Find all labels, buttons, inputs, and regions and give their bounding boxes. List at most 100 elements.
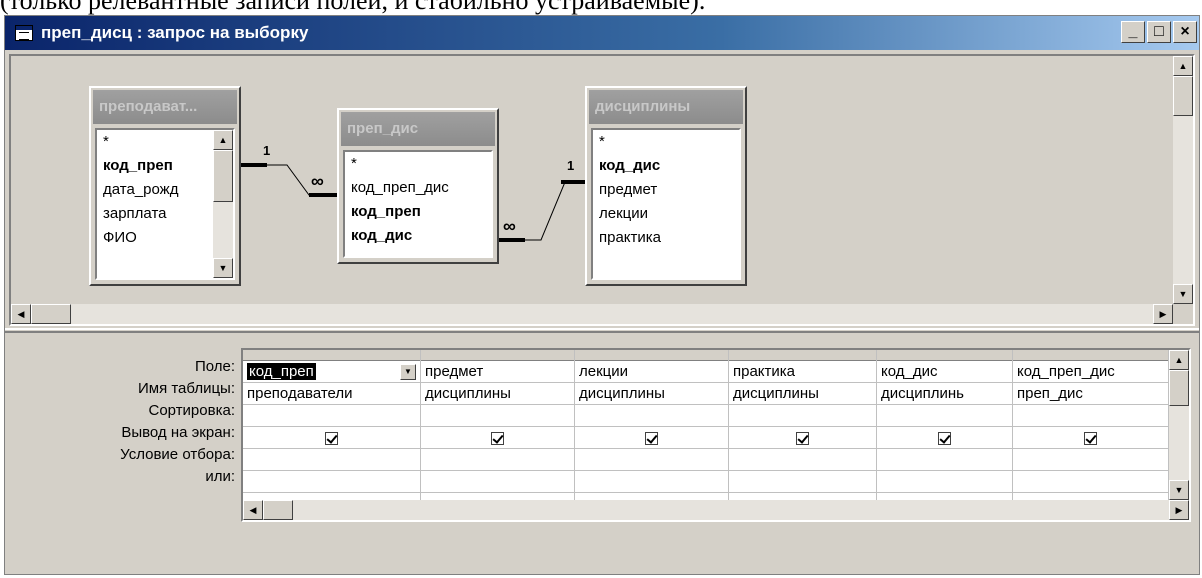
grid-column[interactable]: лекции дисциплины [575, 350, 729, 520]
column-selector[interactable] [575, 350, 728, 361]
pane-splitter[interactable] [5, 328, 1199, 333]
title-bar[interactable]: преп_дисц : запрос на выборку _ □ × [5, 16, 1199, 50]
table-discipliny[interactable]: дисциплины * код_дис предмет лекции прак… [585, 86, 747, 286]
show-checkbox[interactable] [325, 431, 338, 445]
scroll-down-icon[interactable]: ▼ [213, 258, 233, 278]
query-window: преп_дисц : запрос на выборку _ □ × 1 ∞ … [4, 15, 1200, 575]
field-item[interactable]: код_преп_дис [345, 176, 491, 200]
scroll-up-icon[interactable]: ▲ [1169, 350, 1189, 370]
show-checkbox[interactable] [796, 431, 809, 445]
scroll-thumb[interactable] [263, 500, 293, 520]
table-cell[interactable]: дисциплинь [877, 383, 1012, 405]
relation-1-many-label: ∞ [311, 171, 324, 191]
show-checkbox[interactable] [491, 431, 504, 445]
design-pane-horizontal-scrollbar[interactable]: ◀ ▶ [11, 304, 1173, 324]
grid-column[interactable]: предмет дисциплины [421, 350, 575, 520]
scroll-thumb[interactable] [1173, 76, 1193, 116]
field-item[interactable]: код_дис [345, 224, 491, 248]
table-cell[interactable]: дисциплины [421, 383, 574, 405]
column-selector[interactable] [421, 350, 574, 361]
close-button[interactable]: × [1173, 21, 1197, 43]
show-checkbox[interactable] [645, 431, 658, 445]
field-item[interactable]: * [593, 130, 739, 154]
show-cell[interactable] [421, 427, 574, 449]
or-cell[interactable] [575, 471, 728, 493]
field-cell[interactable]: практика [729, 361, 876, 383]
or-cell[interactable] [243, 471, 420, 493]
or-cell[interactable] [1013, 471, 1168, 493]
relation-1-one-label: 1 [263, 143, 271, 158]
field-cell[interactable]: предмет [421, 361, 574, 383]
table-cell[interactable]: преподаватели [243, 383, 420, 405]
scroll-up-icon[interactable]: ▲ [213, 130, 233, 150]
table-prepodavateli[interactable]: преподават... * код_преп дата_рожд зарпл… [89, 86, 241, 286]
table-header[interactable]: преп_дис [341, 112, 495, 146]
field-list-scrollbar[interactable]: ▲ ▼ [213, 130, 233, 278]
field-cell[interactable]: код_дис [877, 361, 1012, 383]
row-label-show: Вывод на экран: [121, 424, 235, 441]
grid-column[interactable]: код_преп_дис преп_дис [1013, 350, 1169, 520]
scroll-up-icon[interactable]: ▲ [1173, 56, 1193, 76]
field-item[interactable]: практика [593, 226, 739, 250]
sort-cell[interactable] [729, 405, 876, 427]
show-cell[interactable] [243, 427, 420, 449]
grid-column[interactable]: практика дисциплины [729, 350, 877, 520]
maximize-button[interactable]: □ [1147, 21, 1171, 43]
scroll-right-icon[interactable]: ▶ [1169, 500, 1189, 520]
sort-cell[interactable] [877, 405, 1012, 427]
or-cell[interactable] [729, 471, 876, 493]
field-cell[interactable]: код_преп_дис [1013, 361, 1168, 383]
grid-column[interactable]: код_преп ▼ преподаватели [243, 350, 421, 520]
or-cell[interactable] [877, 471, 1012, 493]
field-item[interactable]: лекции [593, 202, 739, 226]
table-cell[interactable]: преп_дис [1013, 383, 1168, 405]
design-pane-vertical-scrollbar[interactable]: ▲ ▼ [1173, 56, 1193, 304]
field-item[interactable]: код_дис [593, 154, 739, 178]
scroll-left-icon[interactable]: ◀ [11, 304, 31, 324]
sort-cell[interactable] [421, 405, 574, 427]
minimize-button[interactable]: _ [1121, 21, 1145, 43]
scroll-right-icon[interactable]: ▶ [1153, 304, 1173, 324]
sort-cell[interactable] [575, 405, 728, 427]
sort-cell[interactable] [1013, 405, 1168, 427]
criteria-cell[interactable] [575, 449, 728, 471]
field-item[interactable]: предмет [593, 178, 739, 202]
column-selector[interactable] [729, 350, 876, 361]
field-item[interactable]: код_преп [345, 200, 491, 224]
table-header[interactable]: преподават... [93, 90, 237, 124]
grid-horizontal-scrollbar[interactable]: ◀ ▶ [243, 500, 1189, 520]
dropdown-arrow-icon[interactable]: ▼ [400, 364, 416, 380]
show-cell[interactable] [575, 427, 728, 449]
scroll-thumb[interactable] [1169, 370, 1189, 406]
field-cell[interactable]: код_преп ▼ [243, 361, 420, 383]
criteria-cell[interactable] [729, 449, 876, 471]
criteria-cell[interactable] [243, 449, 420, 471]
page-caption: (только релевантные записи полей, и стаб… [0, 0, 706, 15]
criteria-cell[interactable] [1013, 449, 1168, 471]
table-cell[interactable]: дисциплины [729, 383, 876, 405]
grid-column[interactable]: код_дис дисциплинь [877, 350, 1013, 520]
grid-vertical-scrollbar[interactable]: ▲ ▼ [1169, 350, 1189, 500]
show-cell[interactable] [1013, 427, 1168, 449]
scroll-down-icon[interactable]: ▼ [1173, 284, 1193, 304]
show-checkbox[interactable] [938, 431, 951, 445]
or-cell[interactable] [421, 471, 574, 493]
field-item[interactable]: * [345, 152, 491, 176]
column-selector[interactable] [1013, 350, 1168, 361]
table-header[interactable]: дисциплины [589, 90, 743, 124]
show-cell[interactable] [729, 427, 876, 449]
scroll-thumb[interactable] [31, 304, 71, 324]
scroll-left-icon[interactable]: ◀ [243, 500, 263, 520]
table-prep-dis[interactable]: преп_дис * код_преп_дис код_преп код_дис [337, 108, 499, 264]
criteria-cell[interactable] [877, 449, 1012, 471]
table-cell[interactable]: дисциплины [575, 383, 728, 405]
column-selector[interactable] [877, 350, 1012, 361]
show-cell[interactable] [877, 427, 1012, 449]
field-cell[interactable]: лекции [575, 361, 728, 383]
scroll-down-icon[interactable]: ▼ [1169, 480, 1189, 500]
scroll-thumb[interactable] [213, 150, 233, 202]
column-selector[interactable] [243, 350, 420, 361]
criteria-cell[interactable] [421, 449, 574, 471]
show-checkbox[interactable] [1084, 431, 1097, 445]
sort-cell[interactable] [243, 405, 420, 427]
